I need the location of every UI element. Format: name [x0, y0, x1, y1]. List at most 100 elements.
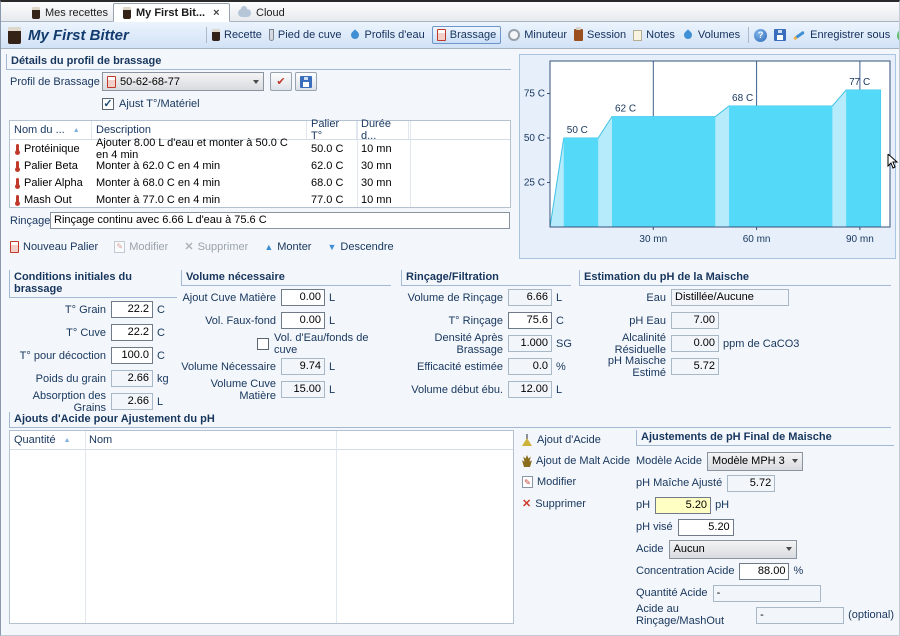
adjust-checkbox[interactable]	[102, 98, 114, 110]
ok-button[interactable]: OK	[897, 29, 899, 42]
save-button[interactable]	[774, 29, 786, 41]
false-bottom-field[interactable]: 0.00	[281, 312, 325, 329]
nav-volumes[interactable]: Volumes	[682, 29, 740, 41]
adjust-checkbox-row[interactable]: Ajust T°/Matériel	[102, 98, 200, 110]
nav-minuteur[interactable]: Minuteur	[508, 29, 567, 41]
acid-concentration-field[interactable]: 88.00	[739, 563, 789, 580]
note-icon	[633, 30, 642, 41]
sparge-filter-section: Rinçage/Filtration Volume de Rinçage6.66…	[401, 270, 571, 401]
grain-temp-field[interactable]: 22.2	[111, 301, 153, 318]
sparge-description-field[interactable]: Rinçage continu avec 6.66 L d'eau à 75.6…	[50, 212, 510, 229]
nav-profils-eau[interactable]: Profils d'eau	[349, 29, 425, 41]
decoction-temp-field[interactable]: 100.0	[111, 347, 153, 364]
field-unit: L	[325, 384, 335, 396]
deadspace-checkbox-row[interactable]: Vol. d'Eau/fonds de cuve	[181, 332, 391, 355]
nav-pied-de-cuve[interactable]: Pied de cuve	[269, 29, 342, 41]
tab-close-icon[interactable]: ×	[213, 7, 219, 19]
mash-chart-svg: 25 C50 C75 C30 mn60 mn90 mn50 C62 C68 C7…	[520, 55, 895, 258]
step-buttons-row: Nouveau Palier Modifier Supprimer Monter…	[10, 240, 394, 253]
move-up-button[interactable]: Monter	[264, 241, 311, 253]
col-name[interactable]: Nom	[85, 431, 513, 449]
field-label: Densité Après Brassage	[401, 332, 508, 356]
field-unit: ppm de CaCO3	[719, 338, 799, 350]
mash-mug-icon	[437, 29, 446, 41]
field-label: Absorption des Grains	[9, 390, 111, 414]
svg-text:62 C: 62 C	[615, 104, 636, 115]
down-arrow-icon	[327, 241, 336, 253]
delete-acid-button[interactable]: Supprimer	[522, 497, 630, 510]
help-button[interactable]	[754, 29, 767, 42]
field-label: pH Maîche Ajusté	[636, 477, 722, 489]
divider	[206, 27, 207, 43]
svg-text:50 C: 50 C	[524, 133, 545, 144]
mash-profile-combo[interactable]: 50-62-68-77	[102, 72, 264, 91]
col-name[interactable]: Nom du ...	[10, 121, 92, 139]
mash-mug-icon	[10, 241, 19, 253]
col-temp[interactable]: Palier T°	[307, 121, 357, 139]
add-acid-malt-button[interactable]: Ajout de Malt Acide	[522, 455, 630, 467]
table-row[interactable]: Protéinique Ajouter 8.00 L d'eau et mont…	[10, 140, 510, 157]
grain-weight-field: 2.66	[111, 370, 153, 387]
nav-brassage-selected[interactable]: Brassage	[432, 26, 501, 44]
section-title: Ajustements de pH Final de Maische	[636, 430, 894, 446]
tab-cloud[interactable]: Cloud	[229, 4, 294, 22]
deadspace-checkbox[interactable]	[257, 338, 269, 350]
sparge-temp-field[interactable]: 75.6	[508, 312, 552, 329]
acid-type-combo[interactable]: Aucun	[669, 540, 797, 559]
water-ph-field: 7.00	[671, 312, 719, 329]
help-icon	[754, 29, 767, 42]
final-ph-panel: Ajustements de pH Final de Maische Modèl…	[636, 430, 894, 626]
save-profile-button[interactable]	[295, 72, 317, 91]
table-row[interactable]: Mash Out Monter à 77.0 C en 4 min 77.0 C…	[10, 191, 510, 208]
edit-step-button[interactable]: Modifier	[114, 241, 168, 253]
field-unit: L	[325, 292, 335, 304]
target-ph-field[interactable]: 5.20	[678, 519, 734, 536]
tun-temp-field[interactable]: 22.2	[111, 324, 153, 341]
acid-model-combo[interactable]: Modèle MPH 3	[707, 452, 803, 471]
section-title: Estimation du pH de la Maische	[579, 270, 891, 286]
col-duration[interactable]: Durée d...	[357, 121, 409, 139]
beer-icon	[8, 27, 21, 44]
table-row[interactable]: Palier Alpha Monter à 68.0 C en 4 min 68…	[10, 174, 510, 191]
water-drop-icon	[349, 29, 360, 40]
divider	[748, 27, 749, 43]
tab-bar: Mes recettes My First Bit... × Cloud	[1, 2, 899, 22]
field-unit: L	[552, 292, 562, 304]
grain-absorption-field: 2.66	[111, 393, 153, 410]
move-down-button[interactable]: Descendre	[327, 241, 393, 253]
field-label: Poids du grain	[9, 373, 111, 385]
nav-notes[interactable]: Notes	[633, 29, 675, 41]
nav-session[interactable]: Session	[574, 29, 626, 41]
tab-my-first-bitter[interactable]: My First Bit... ×	[113, 3, 230, 22]
table-row[interactable]: Palier Beta Monter à 62.0 C en 4 min 62.…	[10, 157, 510, 174]
preboil-volume-field: 12.00	[508, 381, 552, 398]
save-as-button[interactable]: Enregistrer sous	[793, 29, 890, 41]
initial-conditions-section: Conditions initiales du brassage T° Grai…	[9, 270, 177, 413]
new-step-button[interactable]: Nouveau Palier	[10, 241, 98, 253]
nav-recette[interactable]: Recette	[212, 29, 262, 41]
tab-mes-recettes[interactable]: Mes recettes	[23, 4, 117, 22]
add-acid-button[interactable]: Ajout d'Acide	[522, 434, 630, 446]
field-label: T° Cuve	[9, 327, 111, 339]
field-unit: SG	[552, 338, 572, 350]
validate-profile-button[interactable]	[270, 72, 292, 91]
ph-field[interactable]: 5.20	[655, 497, 711, 514]
svg-text:68 C: 68 C	[732, 93, 753, 104]
beer-icon	[212, 29, 220, 41]
cloud-icon	[238, 9, 251, 17]
col-quantity[interactable]: Quantité	[10, 431, 85, 449]
estimated-efficiency-field: 0.0	[508, 358, 552, 375]
svg-text:90 mn: 90 mn	[846, 234, 874, 245]
tun-addition-field[interactable]: 0.00	[281, 289, 325, 306]
delete-step-button[interactable]: Supprimer	[184, 240, 248, 253]
field-label: Concentration Acide	[636, 565, 734, 577]
divider	[410, 121, 411, 207]
tab-label: Cloud	[256, 7, 285, 19]
field-label: Efficacité estimée	[401, 361, 508, 373]
tab-label: My First Bit...	[136, 7, 205, 19]
beer-icon	[123, 7, 131, 19]
edit-acid-button[interactable]: Modifier	[522, 476, 630, 488]
field-unit: C	[552, 315, 564, 327]
field-label: Alcalinité Résiduelle	[579, 332, 671, 356]
field-label: pH visé	[636, 521, 673, 533]
